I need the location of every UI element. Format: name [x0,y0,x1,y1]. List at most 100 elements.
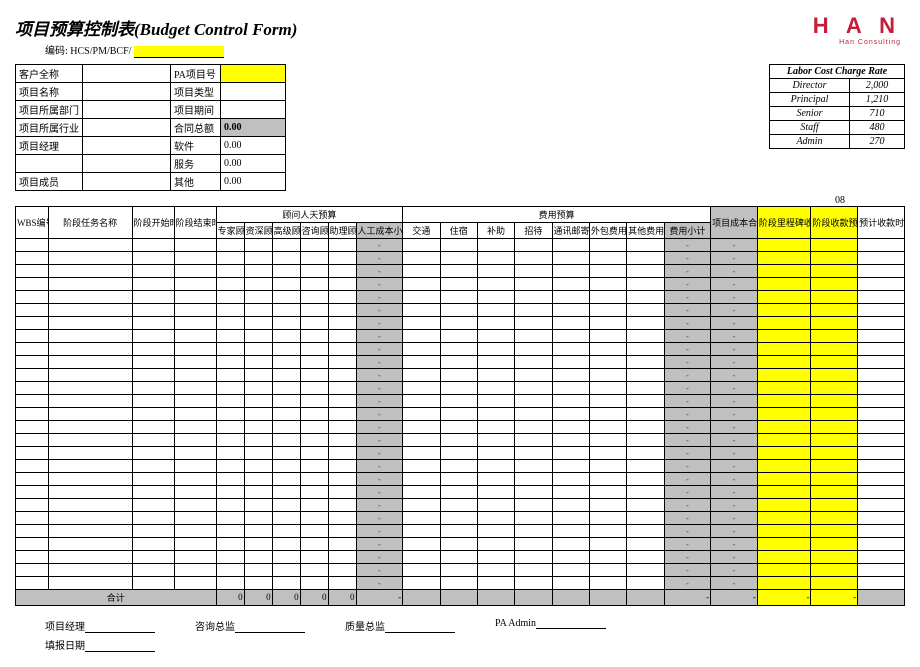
cell[interactable] [627,433,664,446]
cell[interactable] [300,251,328,264]
cell[interactable] [300,342,328,355]
cell[interactable] [244,303,272,316]
cell[interactable] [328,407,356,420]
cell[interactable] [757,290,811,303]
cell[interactable] [132,485,174,498]
cell[interactable] [132,524,174,537]
cell[interactable] [272,394,300,407]
cell[interactable] [272,498,300,511]
cell[interactable] [477,563,514,576]
cell[interactable] [811,381,858,394]
cell[interactable] [627,368,664,381]
cell[interactable] [300,381,328,394]
cell[interactable] [216,329,244,342]
sig-consult-line[interactable] [235,622,305,633]
cell[interactable] [403,485,440,498]
cell[interactable] [811,251,858,264]
cell[interactable] [858,329,905,342]
cell[interactable] [16,264,49,277]
cell[interactable] [300,238,328,251]
cell[interactable] [216,264,244,277]
cell[interactable] [244,342,272,355]
cell[interactable] [627,290,664,303]
cell[interactable] [244,238,272,251]
cell[interactable] [48,264,132,277]
cell[interactable] [627,576,664,589]
cell[interactable] [515,251,552,264]
cell[interactable] [16,355,49,368]
cell[interactable] [589,342,626,355]
cell[interactable] [48,550,132,563]
cell[interactable] [300,264,328,277]
cell[interactable] [132,368,174,381]
cell[interactable] [811,511,858,524]
cell[interactable] [272,446,300,459]
cell[interactable] [589,524,626,537]
cell[interactable] [515,563,552,576]
cell[interactable] [811,446,858,459]
cell[interactable] [811,524,858,537]
cell[interactable] [811,433,858,446]
cell[interactable] [858,511,905,524]
cell[interactable] [48,498,132,511]
cell[interactable] [403,303,440,316]
cell[interactable] [757,485,811,498]
cell[interactable] [272,329,300,342]
info-value2[interactable]: 0.00 [221,154,286,172]
cell[interactable] [811,563,858,576]
cell[interactable] [477,407,514,420]
cell[interactable] [858,381,905,394]
cell[interactable] [757,277,811,290]
cell[interactable] [16,446,49,459]
cell[interactable] [300,485,328,498]
cell[interactable] [515,550,552,563]
info-value2[interactable] [221,100,286,118]
cell[interactable] [515,368,552,381]
cell[interactable] [48,407,132,420]
cell[interactable] [244,511,272,524]
cell[interactable] [757,342,811,355]
cell[interactable] [328,459,356,472]
cell[interactable] [440,524,477,537]
info-value2[interactable] [221,82,286,100]
cell[interactable] [272,290,300,303]
sig-pm-line[interactable] [85,622,155,633]
cell[interactable] [174,342,216,355]
cell[interactable] [300,303,328,316]
cell[interactable] [589,264,626,277]
cell[interactable] [403,368,440,381]
cell[interactable] [174,407,216,420]
cell[interactable] [515,420,552,433]
cell[interactable] [440,290,477,303]
cell[interactable] [552,420,589,433]
cell[interactable] [811,537,858,550]
cell[interactable] [300,368,328,381]
info-value[interactable] [83,154,171,172]
cell[interactable] [515,394,552,407]
cell[interactable] [48,446,132,459]
cell[interactable] [272,420,300,433]
cell[interactable] [244,407,272,420]
cell[interactable] [440,264,477,277]
cell[interactable] [300,498,328,511]
cell[interactable] [589,563,626,576]
cell[interactable] [328,277,356,290]
cell[interactable] [300,277,328,290]
cell[interactable] [174,576,216,589]
cell[interactable] [627,550,664,563]
cell[interactable] [403,433,440,446]
cell[interactable] [627,420,664,433]
cell[interactable] [48,420,132,433]
cell[interactable] [515,537,552,550]
cell[interactable] [627,537,664,550]
cell[interactable] [515,511,552,524]
cell[interactable] [403,498,440,511]
cell[interactable] [552,433,589,446]
cell[interactable] [757,459,811,472]
cell[interactable] [328,498,356,511]
cell[interactable] [132,498,174,511]
cell[interactable] [174,420,216,433]
cell[interactable] [403,316,440,329]
cell[interactable] [440,316,477,329]
cell[interactable] [174,459,216,472]
